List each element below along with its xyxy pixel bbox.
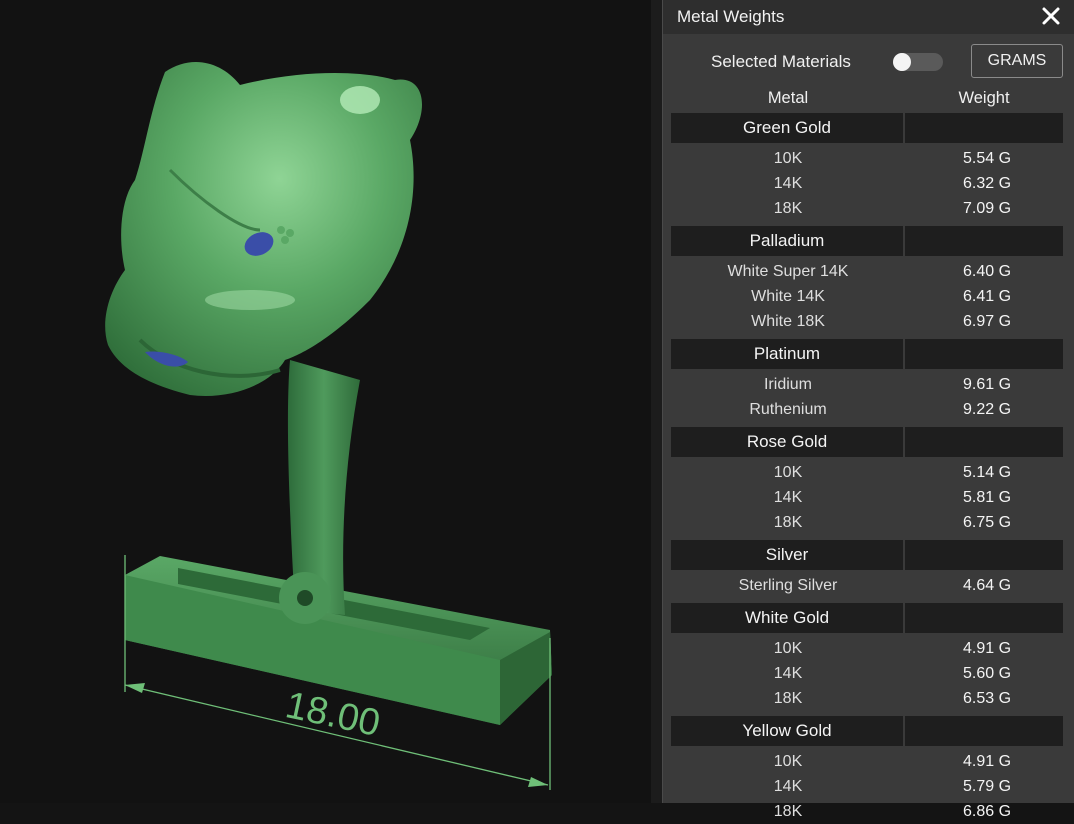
group-row: Silver bbox=[671, 540, 1063, 570]
selected-materials-toggle[interactable] bbox=[893, 53, 943, 71]
metal-name-cell: 14K bbox=[773, 489, 803, 506]
weight-cell: 5.54 G bbox=[962, 150, 1012, 167]
group-weight-cell bbox=[905, 113, 1063, 143]
group-name: Silver bbox=[671, 540, 903, 570]
group-name: Yellow Gold bbox=[671, 716, 903, 746]
table-row: 18K 6.75 G bbox=[671, 510, 1063, 535]
close-button[interactable] bbox=[1039, 4, 1063, 28]
table-body: Green Gold 10K 5.54 G 14K 6.32 G 18K 7.09 G Pal… bbox=[671, 113, 1063, 824]
group-row: Rose Gold bbox=[671, 427, 1063, 457]
table-row: Iridium 9.61 G bbox=[671, 372, 1063, 397]
metal-name-cell: 10K bbox=[773, 640, 803, 657]
column-header-weight: Weight bbox=[958, 89, 1010, 107]
group-name: Green Gold bbox=[671, 113, 903, 143]
group-weight-cell bbox=[905, 226, 1063, 256]
weight-cell: 9.22 G bbox=[962, 401, 1012, 418]
group-row: Platinum bbox=[671, 339, 1063, 369]
table-row: Ruthenium 9.22 G bbox=[671, 397, 1063, 422]
toggle-knob bbox=[893, 53, 911, 71]
metal-name-cell: White Super 14K bbox=[727, 263, 849, 280]
table-row: 10K 5.14 G bbox=[671, 460, 1063, 485]
group-row: Green Gold bbox=[671, 113, 1063, 143]
stem bbox=[279, 360, 360, 624]
metal-name-cell: 14K bbox=[773, 665, 803, 682]
panel-title: Metal Weights bbox=[677, 7, 785, 26]
weight-cell: 6.53 G bbox=[962, 690, 1012, 707]
group-row: Yellow Gold bbox=[671, 716, 1063, 746]
weight-cell: 4.91 G bbox=[962, 753, 1012, 770]
weight-cell: 5.60 G bbox=[962, 665, 1012, 682]
metal-name-cell: Ruthenium bbox=[749, 401, 827, 418]
metal-name-cell: Sterling Silver bbox=[738, 577, 838, 594]
3d-viewport[interactable]: 18.00 bbox=[0, 0, 662, 803]
group-name: Palladium bbox=[671, 226, 903, 256]
weight-cell: 6.40 G bbox=[962, 263, 1012, 280]
weight-cell: 6.32 G bbox=[962, 175, 1012, 192]
group-weight-cell bbox=[905, 540, 1063, 570]
group-row: Palladium bbox=[671, 226, 1063, 256]
weight-cell: 7.09 G bbox=[962, 200, 1012, 217]
table-row: 10K 4.91 G bbox=[671, 636, 1063, 661]
table-row: 18K 6.53 G bbox=[671, 686, 1063, 711]
weight-cell: 6.75 G bbox=[962, 514, 1012, 531]
table-row: 14K 5.60 G bbox=[671, 661, 1063, 686]
weight-cell: 5.14 G bbox=[962, 464, 1012, 481]
weight-cell: 4.91 G bbox=[962, 640, 1012, 657]
group-weight-cell bbox=[905, 716, 1063, 746]
jewelry-model-render: 18.00 bbox=[105, 62, 552, 790]
group-weight-cell bbox=[905, 427, 1063, 457]
metal-name-cell: 10K bbox=[773, 150, 803, 167]
metal-name-cell: 14K bbox=[773, 175, 803, 192]
metal-name-cell: 10K bbox=[773, 464, 803, 481]
unit-grams-button[interactable]: GRAMS bbox=[971, 44, 1063, 78]
group-name: White Gold bbox=[671, 603, 903, 633]
metal-name-cell: 14K bbox=[773, 778, 803, 795]
table-row: 10K 4.91 G bbox=[671, 749, 1063, 774]
weight-cell: 5.79 G bbox=[962, 778, 1012, 795]
table-row: 14K 5.79 G bbox=[671, 774, 1063, 799]
weight-cell: 9.61 G bbox=[962, 376, 1012, 393]
table-row: White Super 14K 6.40 G bbox=[671, 259, 1063, 284]
table-row: Sterling Silver 4.64 G bbox=[671, 573, 1063, 598]
close-icon bbox=[1042, 7, 1060, 25]
table-row: White 14K 6.41 G bbox=[671, 284, 1063, 309]
metal-name-cell: 18K bbox=[773, 200, 803, 217]
metal-weights-table: Metal Weight Green Gold 10K 5.54 G 14K 6.32 … bbox=[671, 89, 1063, 824]
metal-name-cell: White 18K bbox=[751, 313, 825, 330]
metal-name-cell: 10K bbox=[773, 753, 803, 770]
panther-head bbox=[105, 62, 422, 396]
panel-divider[interactable] bbox=[651, 0, 662, 803]
group-row: White Gold bbox=[671, 603, 1063, 633]
table-header: Metal Weight bbox=[671, 89, 1063, 113]
table-row: 10K 5.54 G bbox=[671, 146, 1063, 171]
weight-cell: 4.64 G bbox=[962, 577, 1012, 594]
metal-weights-panel: Metal Weights Selected Materials GRAMS M… bbox=[662, 0, 1074, 820]
weight-cell: 5.81 G bbox=[962, 489, 1012, 506]
table-row: 14K 6.32 G bbox=[671, 171, 1063, 196]
metal-name-cell: Iridium bbox=[763, 376, 812, 393]
weight-cell: 6.97 G bbox=[962, 313, 1012, 330]
metal-name-cell: 18K bbox=[773, 690, 803, 707]
group-name: Platinum bbox=[671, 339, 903, 369]
table-row: 14K 5.81 G bbox=[671, 485, 1063, 510]
metal-name-cell: 18K bbox=[773, 514, 803, 531]
weight-cell: 6.41 G bbox=[962, 288, 1012, 305]
group-name: Rose Gold bbox=[671, 427, 903, 457]
table-row: White 18K 6.97 G bbox=[671, 309, 1063, 334]
table-row: 18K 7.09 G bbox=[671, 196, 1063, 221]
metal-name-cell: White 14K bbox=[751, 288, 825, 305]
column-header-metal: Metal bbox=[767, 89, 809, 107]
panel-header: Metal Weights bbox=[663, 0, 1074, 34]
group-weight-cell bbox=[905, 339, 1063, 369]
group-weight-cell bbox=[905, 603, 1063, 633]
selected-materials-label: Selected Materials bbox=[711, 52, 851, 71]
